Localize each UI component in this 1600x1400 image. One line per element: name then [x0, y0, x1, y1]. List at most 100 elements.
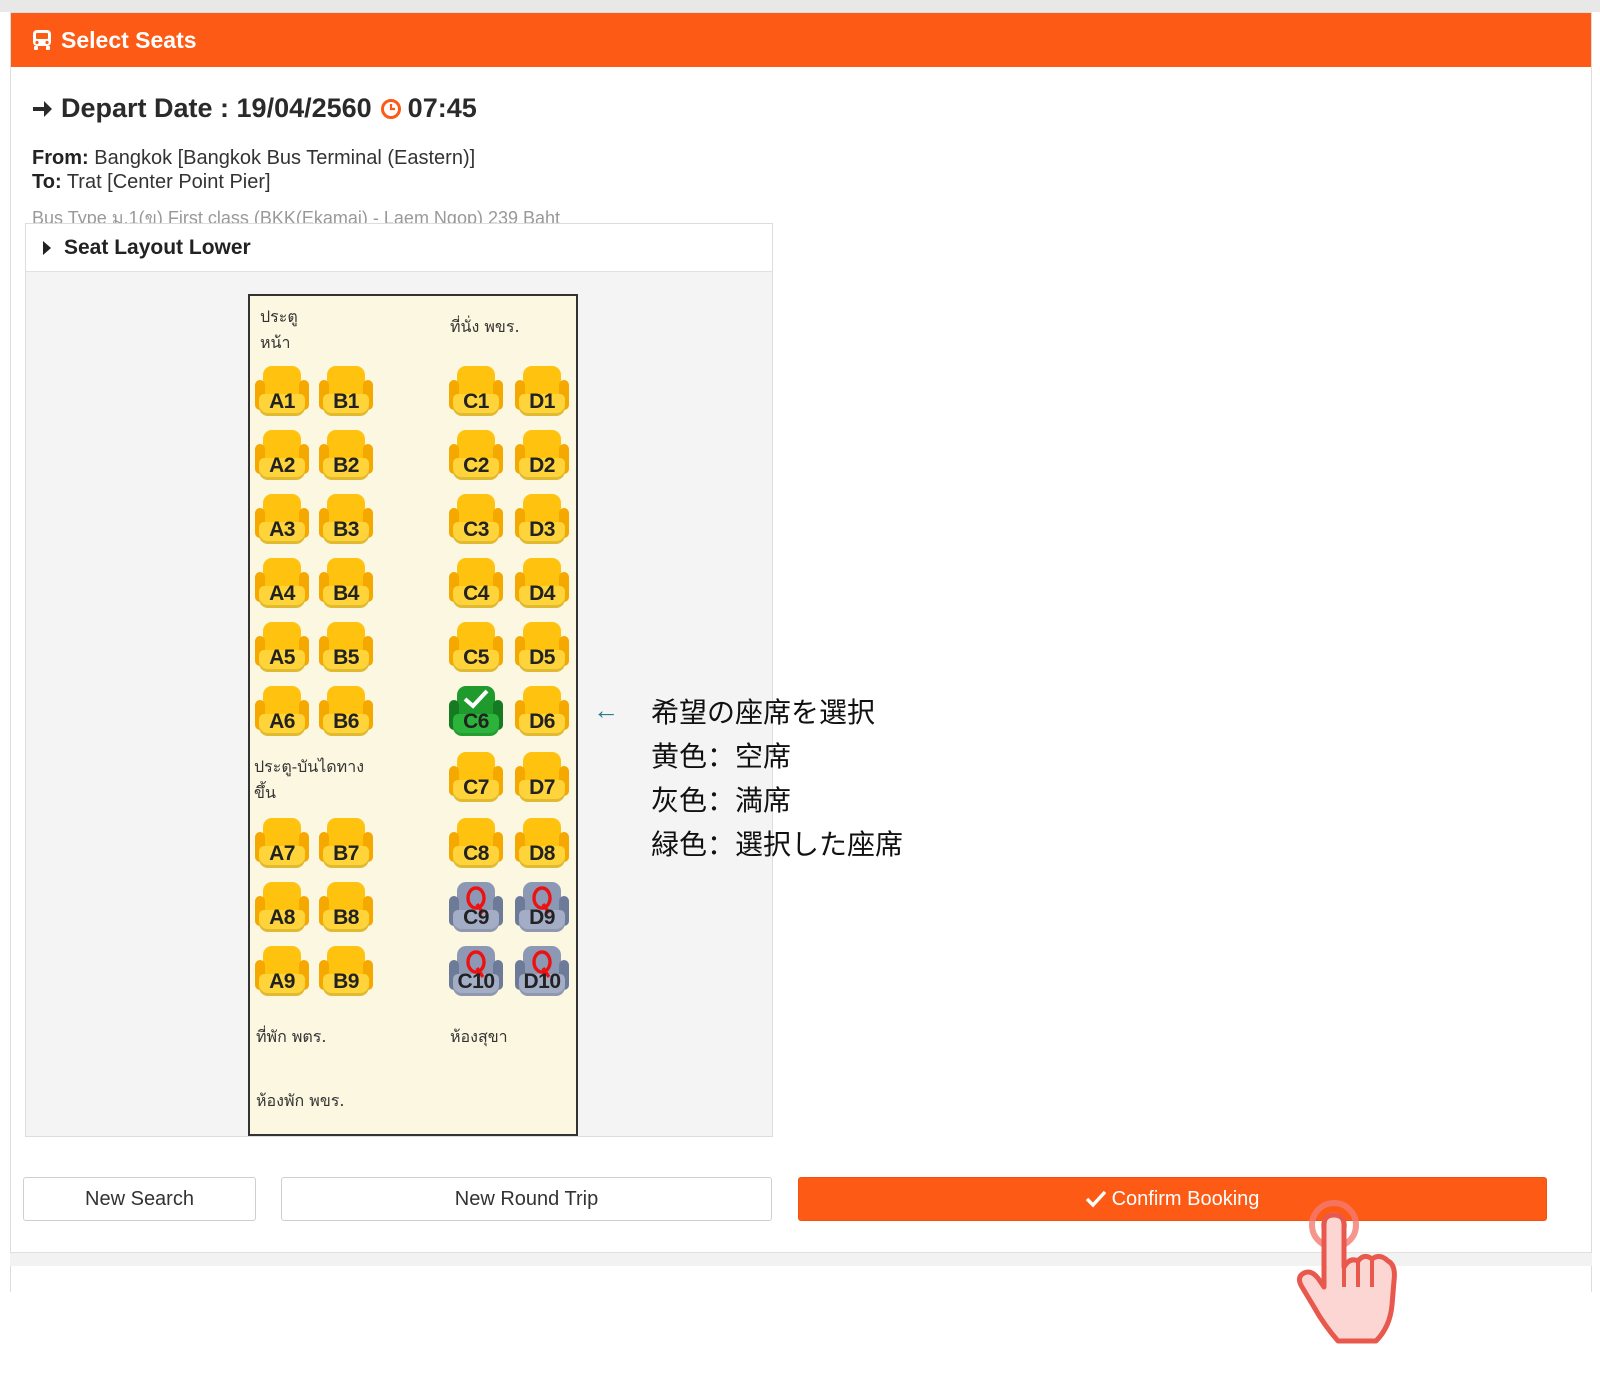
bus-icon [33, 30, 51, 50]
seat-label: B6 [333, 710, 359, 733]
to-label: To: [32, 171, 62, 193]
seat-c4[interactable]: C4 [448, 556, 504, 610]
seat-c2[interactable]: C2 [448, 428, 504, 482]
seat-label: B5 [333, 646, 359, 669]
seat-c8[interactable]: C8 [448, 816, 504, 870]
seat-layout-title: Seat Layout Lower [64, 235, 251, 259]
seat-label: C9 [463, 906, 489, 929]
seat-label: B4 [333, 582, 359, 605]
seat-label: B7 [333, 842, 359, 865]
note-stair-door: ประตู-บันไดทาง ขึ้น [254, 757, 365, 802]
seat-a8[interactable]: A8 [254, 880, 310, 934]
caret-right-icon [43, 240, 51, 255]
seat-b7[interactable]: B7 [318, 816, 374, 870]
seat-label: A8 [269, 906, 295, 929]
to-value: Trat [Center Point Pier] [66, 171, 271, 193]
seat-b3[interactable]: B3 [318, 492, 374, 546]
confirm-booking-label: Confirm Booking [1111, 1187, 1260, 1210]
seat-c6[interactable]: C6 [448, 684, 504, 738]
legend-line: 緑色：選択した座席 [651, 828, 904, 861]
seat-label: D6 [529, 710, 555, 733]
seat-b6[interactable]: B6 [318, 684, 374, 738]
seat-label: A9 [269, 970, 295, 993]
seat-b8[interactable]: B8 [318, 880, 374, 934]
seat-label: C7 [463, 776, 489, 799]
legend-line: 希望の座席を選択 [651, 696, 876, 729]
seat-d10: D10 [514, 944, 570, 998]
from-label: From: [32, 147, 89, 169]
seat-a7[interactable]: A7 [254, 816, 310, 870]
seat-layout-toggle[interactable]: Seat Layout Lower [26, 224, 772, 272]
seat-label: D3 [529, 518, 555, 541]
bus-seat-map: ประตู หน้า ที่นั่ง พขร. ประตู-บันไดทาง ข… [248, 294, 578, 1136]
seat-b2[interactable]: B2 [318, 428, 374, 482]
seat-c10: C10 [448, 944, 504, 998]
seat-d6[interactable]: D6 [514, 684, 570, 738]
depart-date-line: Depart Date : 19/04/2560 07:45 [31, 93, 477, 124]
seat-label: B3 [333, 518, 359, 541]
new-round-trip-button[interactable]: New Round Trip [281, 1177, 772, 1221]
seat-a3[interactable]: A3 [254, 492, 310, 546]
seat-d4[interactable]: D4 [514, 556, 570, 610]
confirm-booking-button[interactable]: Confirm Booking [798, 1177, 1547, 1221]
seat-a9[interactable]: A9 [254, 944, 310, 998]
seat-a5[interactable]: A5 [254, 620, 310, 674]
seat-label: A5 [269, 646, 295, 669]
seat-b9[interactable]: B9 [318, 944, 374, 998]
seat-d2[interactable]: D2 [514, 428, 570, 482]
note-toilet: ห้องสุขา [450, 1027, 508, 1046]
seat-c7[interactable]: C7 [448, 750, 504, 804]
check-icon [1085, 1190, 1106, 1208]
legend-arrow-icon: ← [593, 695, 619, 725]
seat-label: B1 [333, 390, 359, 413]
seat-a4[interactable]: A4 [254, 556, 310, 610]
select-seats-panel: Select Seats Depart Date : 19/04/2560 07… [10, 12, 1592, 1292]
seat-d5[interactable]: D5 [514, 620, 570, 674]
seat-b1[interactable]: B1 [318, 364, 374, 418]
seat-label: C4 [463, 582, 489, 605]
browser-top-strip [0, 0, 1600, 12]
seat-label: B8 [333, 906, 359, 929]
seat-c1[interactable]: C1 [448, 364, 504, 418]
seat-d3[interactable]: D3 [514, 492, 570, 546]
seat-c3[interactable]: C3 [448, 492, 504, 546]
seat-label: D4 [529, 582, 555, 605]
panel-title: Select Seats [61, 26, 197, 53]
seat-label: C8 [463, 842, 489, 865]
new-round-trip-label: New Round Trip [454, 1187, 599, 1210]
note-staff-rest: ที่พัก พตร. [256, 1027, 327, 1046]
seat-label: D9 [529, 906, 555, 929]
seat-d8[interactable]: D8 [514, 816, 570, 870]
seat-label: A7 [269, 842, 295, 865]
seat-a6[interactable]: A6 [254, 684, 310, 738]
from-value: Bangkok [Bangkok Bus Terminal (Eastern)] [94, 147, 476, 169]
seat-label: C5 [463, 646, 489, 669]
seat-d7[interactable]: D7 [514, 750, 570, 804]
seat-b5[interactable]: B5 [318, 620, 374, 674]
seat-label: A4 [269, 582, 295, 605]
seat-layout-box: Seat Layout Lower ประตู หน้า ที่นั่ง พขร… [25, 223, 773, 1137]
seat-c5[interactable]: C5 [448, 620, 504, 674]
seat-b4[interactable]: B4 [318, 556, 374, 610]
seat-label: C2 [463, 454, 489, 477]
note-driver-room: ห้องพัก พขร. [256, 1091, 345, 1110]
checkmark-icon [463, 689, 489, 709]
seat-a1[interactable]: A1 [254, 364, 310, 418]
seat-label: C1 [463, 390, 489, 413]
hand-pointer-icon [1296, 1200, 1397, 1344]
seat-label: B9 [333, 970, 359, 993]
new-search-label: New Search [85, 1187, 194, 1210]
depart-date: Depart Date : 19/04/2560 [61, 93, 372, 123]
seat-label: C3 [463, 518, 489, 541]
seat-d1[interactable]: D1 [514, 364, 570, 418]
note-staff-seat: ที่นั่ง พขร. [450, 317, 520, 336]
seat-legend: 希望の座席を選択 黄色：空席 灰色：満席 緑色：選択した座席 [651, 691, 903, 867]
legend-line: 黄色：空席 [651, 740, 792, 773]
from-line: From: Bangkok [Bangkok Bus Terminal (Eas… [32, 147, 475, 170]
seat-a2[interactable]: A2 [254, 428, 310, 482]
seat-label: A3 [269, 518, 295, 541]
new-search-button[interactable]: New Search [23, 1177, 256, 1221]
seat-label: C6 [463, 710, 489, 733]
seat-label: D1 [529, 390, 555, 413]
depart-time: 07:45 [407, 93, 477, 123]
